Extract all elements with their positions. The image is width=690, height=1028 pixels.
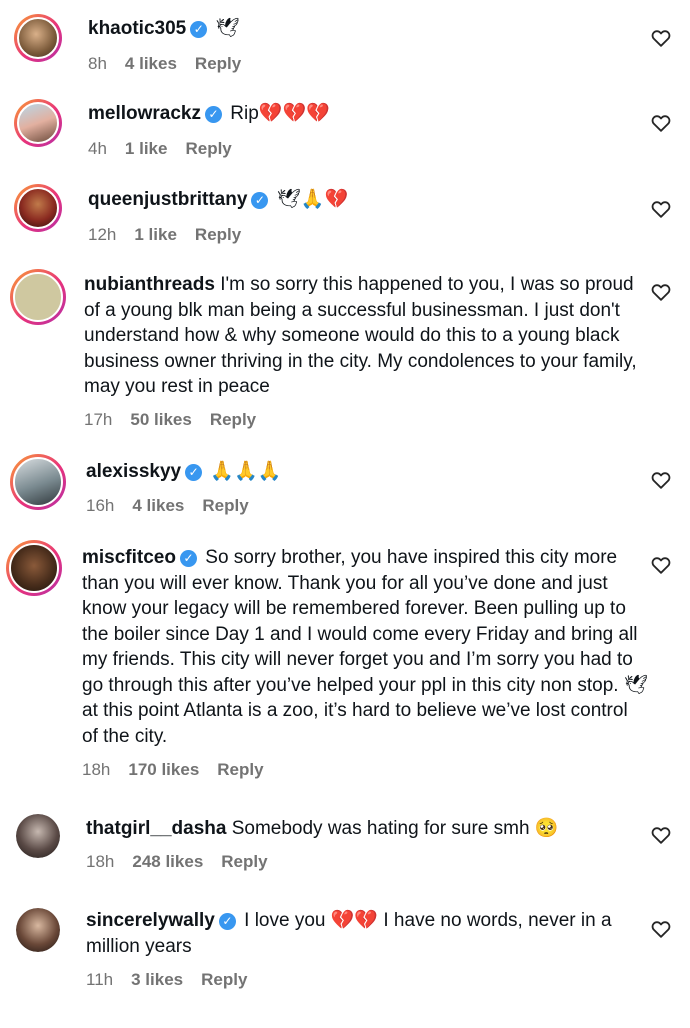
verified-badge-icon: ✓: [179, 550, 197, 567]
username[interactable]: queenjustbrittany: [88, 189, 247, 210]
comment-emoji: 💔💔💔: [258, 102, 330, 124]
like-count[interactable]: 1 like: [134, 225, 177, 244]
comment-time: 11h: [86, 970, 114, 989]
avatar[interactable]: [10, 454, 66, 510]
heart-outline-icon[interactable]: [650, 281, 672, 303]
like-count[interactable]: 50 likes: [130, 410, 191, 429]
reply-button[interactable]: Reply: [195, 225, 241, 244]
comment-emoji: 🥺: [534, 817, 559, 839]
heart-outline-icon[interactable]: [650, 112, 672, 134]
comment-emoji: 🕊🙏💔: [276, 188, 349, 210]
comment-text: I love you: [244, 910, 326, 931]
comment-emoji: 🕊: [215, 17, 240, 39]
comment-text: So sorry brother, you have inspired this…: [82, 547, 648, 747]
reply-button[interactable]: Reply: [221, 852, 267, 871]
username[interactable]: khaotic305: [88, 18, 186, 39]
username[interactable]: miscfitceo: [82, 547, 176, 568]
reply-button[interactable]: Reply: [217, 760, 263, 779]
avatar[interactable]: [14, 99, 62, 147]
comment-time: 8h: [88, 54, 107, 73]
username[interactable]: sincerelywally: [86, 910, 215, 931]
comment-emoji: 💔💔: [330, 909, 379, 931]
verified-badge-icon: ✓: [218, 913, 236, 930]
comment-text: Rip: [230, 103, 259, 124]
heart-outline-icon[interactable]: [650, 554, 672, 576]
username[interactable]: nubianthreads: [84, 274, 215, 295]
avatar[interactable]: [16, 908, 60, 952]
like-count[interactable]: 4 likes: [132, 496, 184, 515]
comment-emoji: 🙏🙏🙏: [210, 460, 282, 482]
reply-button[interactable]: Reply: [185, 139, 231, 158]
reply-button[interactable]: Reply: [201, 970, 247, 989]
like-count[interactable]: 1 like: [125, 139, 168, 158]
avatar[interactable]: [6, 540, 62, 596]
heart-outline-icon[interactable]: [650, 918, 672, 940]
comment-time: 18h: [86, 852, 115, 871]
verified-badge-icon: ✓: [205, 106, 222, 123]
comment-time: 18h: [82, 760, 111, 779]
heart-outline-icon[interactable]: [650, 469, 672, 491]
reply-button[interactable]: Reply: [195, 54, 241, 73]
username[interactable]: mellowrackz: [88, 103, 201, 124]
heart-outline-icon[interactable]: [650, 198, 672, 220]
comment-time: 4h: [88, 139, 107, 158]
comment-text: Somebody was hating for sure smh: [231, 818, 530, 839]
avatar[interactable]: [14, 184, 62, 232]
avatar[interactable]: [16, 814, 60, 858]
avatar[interactable]: [10, 269, 66, 325]
verified-badge-icon: ✓: [251, 192, 269, 209]
like-count[interactable]: 4 likes: [125, 54, 177, 73]
comment-time: 12h: [88, 225, 117, 244]
like-count[interactable]: 3 likes: [131, 970, 183, 989]
username[interactable]: thatgirl__dasha: [86, 818, 226, 839]
like-count[interactable]: 170 likes: [128, 760, 199, 779]
username[interactable]: alexisskyy: [86, 461, 181, 482]
verified-badge-icon: ✓: [190, 21, 208, 38]
reply-button[interactable]: Reply: [202, 496, 248, 515]
reply-button[interactable]: Reply: [210, 410, 256, 429]
comment-time: 16h: [86, 496, 115, 515]
comment-time: 17h: [84, 410, 113, 429]
verified-badge-icon: ✓: [185, 464, 203, 481]
like-count[interactable]: 248 likes: [132, 852, 203, 871]
heart-outline-icon[interactable]: [650, 27, 672, 49]
heart-outline-icon[interactable]: [650, 824, 672, 846]
avatar[interactable]: [14, 14, 62, 62]
